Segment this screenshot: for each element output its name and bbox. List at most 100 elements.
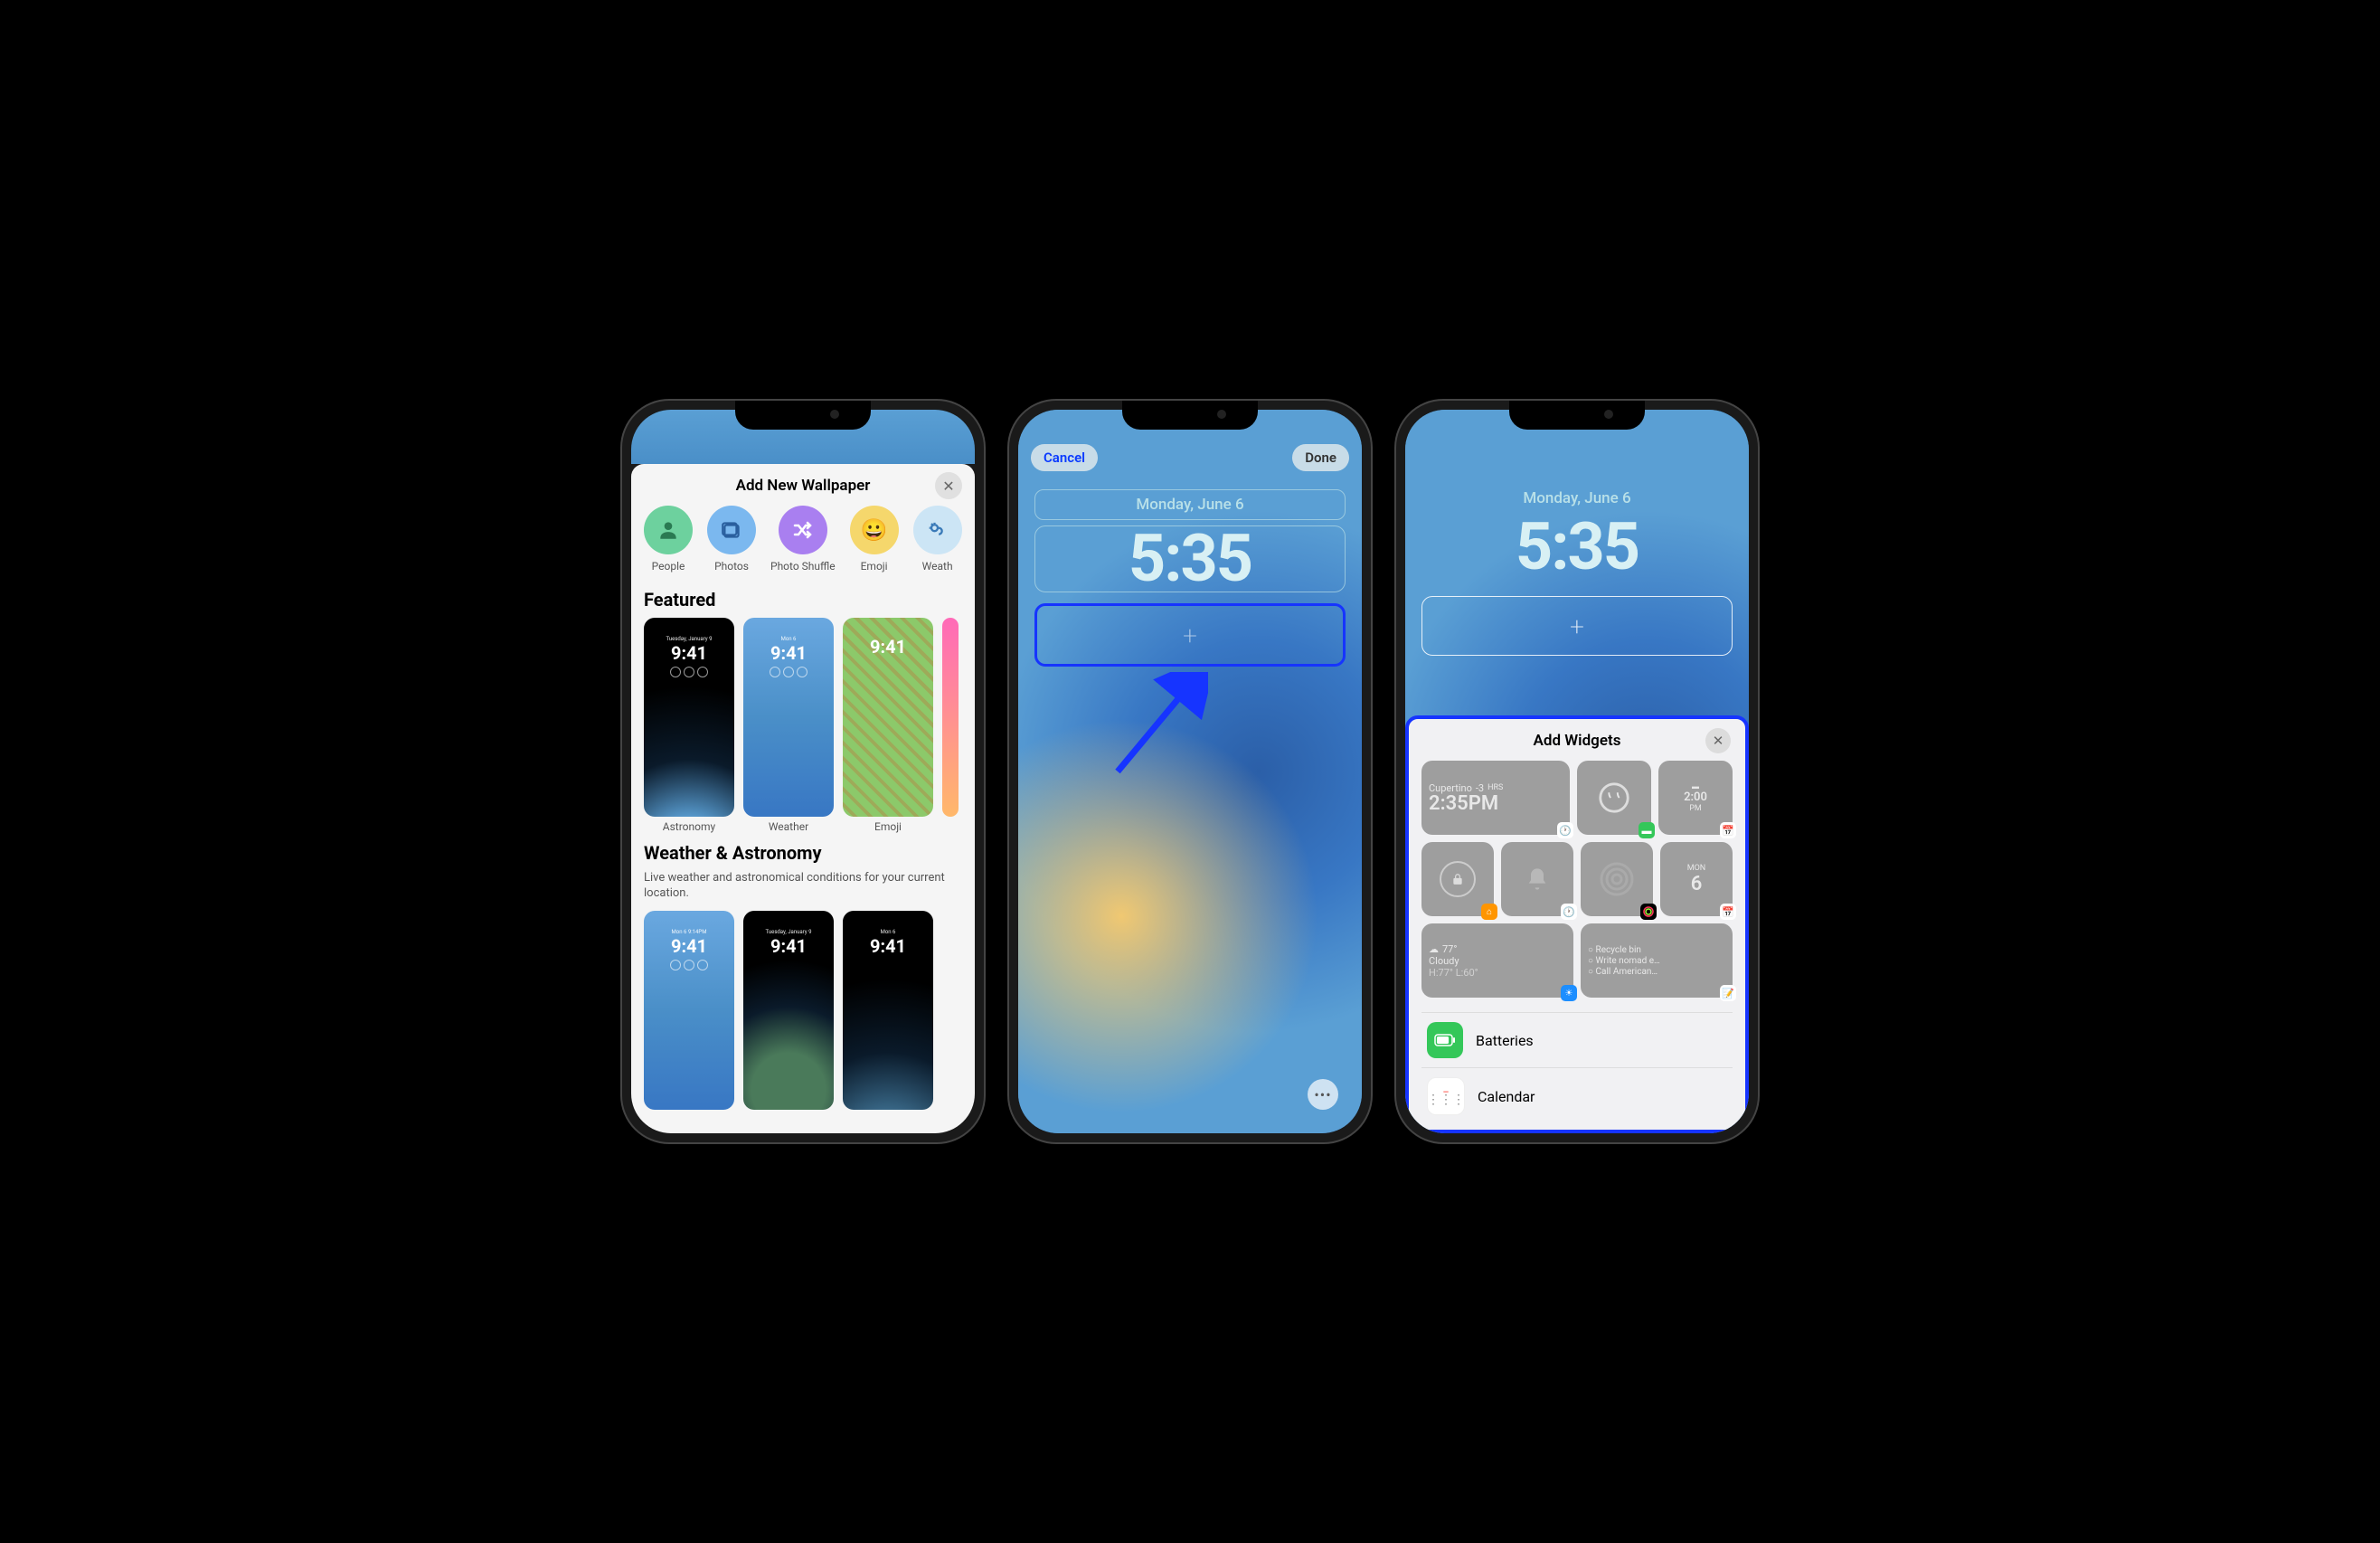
category-photos[interactable]: Photos <box>707 506 756 573</box>
more-button[interactable]: ••• <box>1308 1079 1338 1110</box>
fitness-rings-widget[interactable] <box>1581 842 1653 916</box>
thumb-time: 9:41 <box>870 935 906 957</box>
wallpaper-thumb-more[interactable] <box>942 618 959 817</box>
weather-widget[interactable]: ☁ 77° Cloudy H:77° L:60° ☀ <box>1421 923 1573 998</box>
weather-astronomy-heading: Weather & Astronomy <box>644 842 962 864</box>
add-widget-box[interactable]: + <box>1034 603 1346 667</box>
wallpaper-thumb-weather[interactable]: Mon 6 9:41 <box>743 618 834 817</box>
date-edit-box[interactable]: Monday, June 6 <box>1034 489 1346 520</box>
reminders-widget[interactable]: ○ Recycle bin ○ Write nomad e… ○ Call Am… <box>1581 923 1733 998</box>
weather-icon: ☀ <box>1561 985 1577 1001</box>
weather-hilo: H:77° L:60° <box>1429 967 1566 979</box>
weather-condition: Cloudy <box>1429 955 1566 967</box>
thumb-date: Mon 6 <box>881 929 896 935</box>
add-widget-box[interactable]: + <box>1421 596 1733 656</box>
category-emoji[interactable]: 😀 Emoji <box>850 506 899 573</box>
wallpaper-thumb[interactable]: Mon 6 9:41 <box>843 911 933 1110</box>
calendar-icon: — ⋮⋮⋮ <box>1427 1077 1465 1115</box>
day-number: 6 <box>1691 873 1703 895</box>
notch <box>1509 401 1645 430</box>
plus-icon: + <box>1570 611 1584 641</box>
screen-1: Add New Wallpaper ✕ People Photos <box>631 410 975 1133</box>
thumb-time: 9:41 <box>671 642 707 664</box>
calendar-date-widget[interactable]: MON 6 📅 <box>1660 842 1733 916</box>
sheet-header: Add New Wallpaper ✕ <box>644 477 962 495</box>
weather-astronomy-subtitle: Live weather and astronomical conditions… <box>644 871 962 902</box>
event-time: 2:00 <box>1684 790 1707 804</box>
thumb-date: Tuesday, January 9 <box>766 929 812 935</box>
widget-offset-unit: HRS <box>1488 783 1503 792</box>
lock-icon <box>1440 861 1476 897</box>
airpods-battery-widget[interactable]: ▬ <box>1577 761 1651 835</box>
thumb-label: Weather <box>743 820 834 833</box>
category-label: Photo Shuffle <box>770 560 836 573</box>
category-label: Photos <box>714 560 749 573</box>
photos-icon <box>707 506 756 554</box>
day-of-week: MON <box>1687 864 1705 873</box>
reminder-item: ○ Call American… <box>1588 967 1725 977</box>
thumb-label: Emoji <box>843 820 933 833</box>
done-button[interactable]: Done <box>1292 444 1349 471</box>
plus-icon: + <box>1183 620 1197 650</box>
notch <box>735 401 871 430</box>
close-button[interactable]: ✕ <box>935 472 962 499</box>
widget-row-2: ⌂ 🕐 MON 6 📅 <box>1421 842 1733 916</box>
thumb-date: Mon 6 <box>781 636 797 642</box>
thumb-date: Tuesday, January 9 <box>666 636 713 642</box>
bell-icon <box>1525 866 1550 892</box>
close-button[interactable]: ✕ <box>1705 728 1731 753</box>
time-edit-box[interactable]: 5:35 <box>1034 525 1346 592</box>
app-label: Calendar <box>1478 1088 1535 1105</box>
thumb-time: 9:41 <box>770 642 807 664</box>
app-batteries[interactable]: Batteries <box>1421 1012 1733 1067</box>
phone-frame-2: Cancel Done Monday, June 6 5:35 + ••• <box>1009 401 1371 1142</box>
reminder-item: ○ Recycle bin <box>1588 945 1725 955</box>
wallpaper-thumb[interactable]: Mon 6 9:14PM 9:41 <box>644 911 734 1110</box>
clock-city-widget[interactable]: Cupertino -3HRS 2:35PM 🕐 <box>1421 761 1570 835</box>
screen-2: Cancel Done Monday, June 6 5:35 + ••• <box>1018 410 1362 1133</box>
thumb-widgets <box>670 667 708 677</box>
lock-screen-date: Monday, June 6 <box>1136 496 1243 514</box>
widget-row-1: Cupertino -3HRS 2:35PM 🕐 ▬ ▬ 2:00 PM 📅 <box>1421 761 1733 835</box>
thumb-widgets <box>670 960 708 970</box>
wallpaper-thumb-astronomy[interactable]: Tuesday, January 9 9:41 <box>644 618 734 817</box>
add-wallpaper-sheet: Add New Wallpaper ✕ People Photos <box>631 464 975 1133</box>
category-photo-shuffle[interactable]: Photo Shuffle <box>770 506 836 573</box>
thumb-label: Astronomy <box>644 820 734 833</box>
category-row: People Photos Photo Shuffle 😀 Emoji <box>644 506 962 573</box>
app-calendar[interactable]: — ⋮⋮⋮ Calendar <box>1421 1067 1733 1124</box>
rings-icon <box>1599 861 1635 897</box>
wallpaper-thumb[interactable]: Tuesday, January 9 9:41 <box>743 911 834 1110</box>
sheet-header: Add Widgets ✕ <box>1421 732 1733 750</box>
person-icon <box>644 506 693 554</box>
calendar-event-widget[interactable]: ▬ 2:00 PM 📅 <box>1658 761 1733 835</box>
home-lock-widget[interactable]: ⌂ <box>1421 842 1494 916</box>
category-people[interactable]: People <box>644 506 693 573</box>
weather-icon <box>913 506 962 554</box>
calendar-icon: 📅 <box>1720 822 1736 838</box>
category-label: People <box>652 560 685 573</box>
phone-frame-1: Add New Wallpaper ✕ People Photos <box>622 401 984 1142</box>
cancel-button[interactable]: Cancel <box>1031 444 1098 471</box>
wallpaper-thumb-emoji[interactable]: 9:41 <box>843 618 933 817</box>
weather-temp: 77° <box>1442 943 1457 955</box>
sheet-title: Add Widgets <box>1534 732 1621 750</box>
widget-time: 2:35PM <box>1429 794 1563 814</box>
screen-3: Monday, June 6 5:35 + Add Widgets ✕ Cupe… <box>1405 410 1749 1133</box>
alarm-widget[interactable]: 🕐 <box>1501 842 1573 916</box>
clock-icon: 🕐 <box>1557 822 1573 838</box>
emoji-icon: 😀 <box>850 506 899 554</box>
battery-icon: ▬ <box>1639 822 1655 838</box>
featured-row: Tuesday, January 9 9:41 Astronomy Mon 6 … <box>644 618 962 833</box>
event-ampm: PM <box>1689 804 1702 813</box>
lock-screen-time: 5:35 <box>1405 515 1749 580</box>
home-icon: ⌂ <box>1481 904 1497 920</box>
cloud-icon: ☁ <box>1429 943 1439 955</box>
app-label: Batteries <box>1476 1032 1534 1049</box>
category-weather[interactable]: Weath <box>913 506 962 573</box>
notch <box>1122 401 1258 430</box>
reminders-icon: 📝 <box>1720 985 1736 1001</box>
battery-icon <box>1427 1022 1463 1058</box>
lock-screen-time: 5:35 <box>1129 526 1251 592</box>
weather-astronomy-row: Mon 6 9:14PM 9:41 Tuesday, January 9 9:4… <box>644 911 962 1110</box>
